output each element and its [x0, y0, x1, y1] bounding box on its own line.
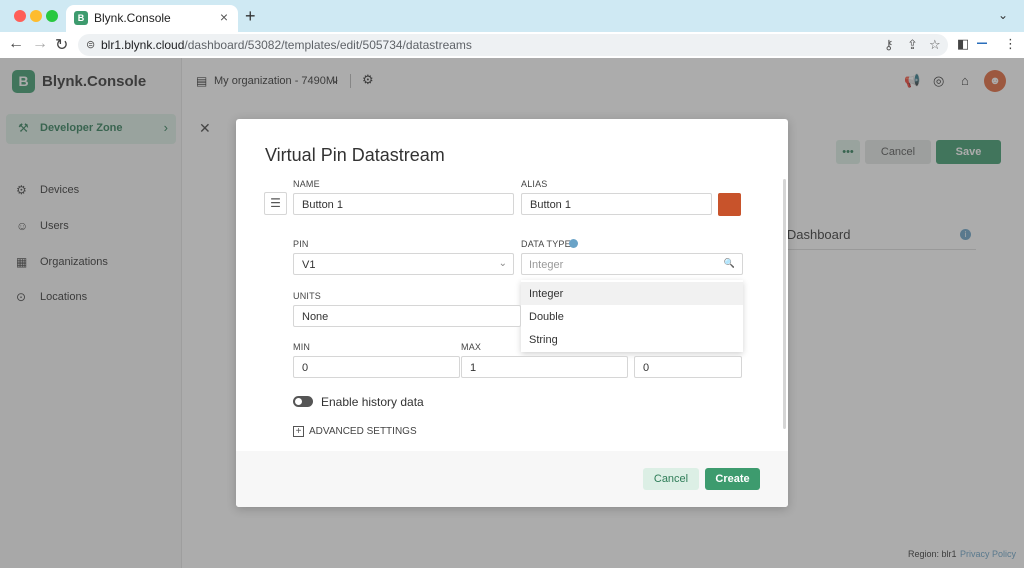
sidebar-toggle-icon[interactable]: ◧	[957, 36, 969, 52]
name-input[interactable]: Button 1	[293, 193, 514, 215]
reload-icon[interactable]: ↻	[55, 35, 68, 55]
color-picker-button[interactable]	[718, 193, 741, 216]
chevron-down-icon: ⌄	[498, 258, 507, 269]
icon-picker-button[interactable]: ☰	[264, 192, 287, 215]
data-type-dropdown: Integer Double String	[521, 280, 743, 352]
pin-label: PIN	[293, 239, 309, 249]
modal-footer: Cancel Create	[236, 451, 788, 507]
option-integer[interactable]: Integer	[521, 282, 743, 305]
back-arrow-icon[interactable]: ←	[8, 35, 24, 53]
forward-arrow-icon[interactable]: →	[32, 35, 48, 53]
min-input[interactable]: 0	[293, 356, 460, 378]
expand-plus-icon[interactable]: +	[293, 426, 304, 437]
extension-icon[interactable]: ▬▬	[977, 40, 993, 48]
browser-toolbar: ← → ↻ ⊜ blr1.blynk.cloud/dashboard/53082…	[0, 32, 1024, 58]
minimize-window-button[interactable]	[30, 10, 42, 22]
new-tab-icon[interactable]: +	[245, 6, 256, 27]
max-input[interactable]: 1	[461, 356, 628, 378]
close-window-button[interactable]	[14, 10, 26, 22]
password-key-icon[interactable]: ⚷	[884, 37, 894, 53]
option-string[interactable]: String	[521, 328, 743, 351]
data-type-label: DATA TYPE	[521, 239, 571, 249]
alias-label: ALIAS	[521, 179, 548, 189]
history-label: Enable history data	[321, 395, 424, 409]
tab-title: Blynk.Console	[94, 11, 171, 25]
name-label: NAME	[293, 179, 320, 189]
share-icon[interactable]: ⇪	[907, 37, 918, 53]
tab-close-icon[interactable]: ×	[220, 9, 228, 25]
bookmark-star-icon[interactable]: ☆	[929, 37, 941, 53]
option-double[interactable]: Double	[521, 305, 743, 328]
max-label: MAX	[461, 342, 482, 352]
maximize-window-button[interactable]	[46, 10, 58, 22]
browser-tab-bar: B Blynk.Console × + ⌄	[0, 0, 1024, 32]
history-toggle[interactable]	[293, 396, 313, 407]
default-value-input[interactable]: 0	[634, 356, 742, 378]
search-icon: 🔍	[723, 258, 735, 268]
cancel-button[interactable]: Cancel	[643, 468, 699, 490]
sliders-icon: ☰	[270, 196, 281, 210]
address-bar[interactable]: ⊜ blr1.blynk.cloud/dashboard/53082/templ…	[78, 34, 948, 56]
url-text: blr1.blynk.cloud/dashboard/53082/templat…	[101, 38, 472, 52]
browser-tab[interactable]: B Blynk.Console ×	[66, 5, 238, 32]
browser-menu-icon[interactable]: ⋮	[1004, 36, 1017, 52]
data-type-search-input[interactable]: Integer 🔍	[521, 253, 743, 275]
create-button[interactable]: Create	[705, 468, 760, 490]
units-label: UNITS	[293, 291, 321, 301]
advanced-settings-toggle[interactable]: ADVANCED SETTINGS	[309, 426, 417, 437]
modal-scrollbar[interactable]	[783, 179, 786, 429]
blynk-favicon-icon: B	[74, 11, 88, 25]
units-select[interactable]: None	[293, 305, 521, 327]
pin-select[interactable]: V1 ⌄	[293, 253, 514, 275]
info-icon[interactable]	[569, 239, 578, 248]
site-info-icon[interactable]: ⊜	[86, 38, 95, 51]
alias-input[interactable]: Button 1	[521, 193, 712, 215]
datastream-modal: Virtual Pin Datastream ☰ NAME Button 1 A…	[236, 119, 788, 507]
tab-search-chevron-icon[interactable]: ⌄	[998, 8, 1008, 22]
modal-title: Virtual Pin Datastream	[265, 145, 445, 165]
min-label: MIN	[293, 342, 311, 352]
